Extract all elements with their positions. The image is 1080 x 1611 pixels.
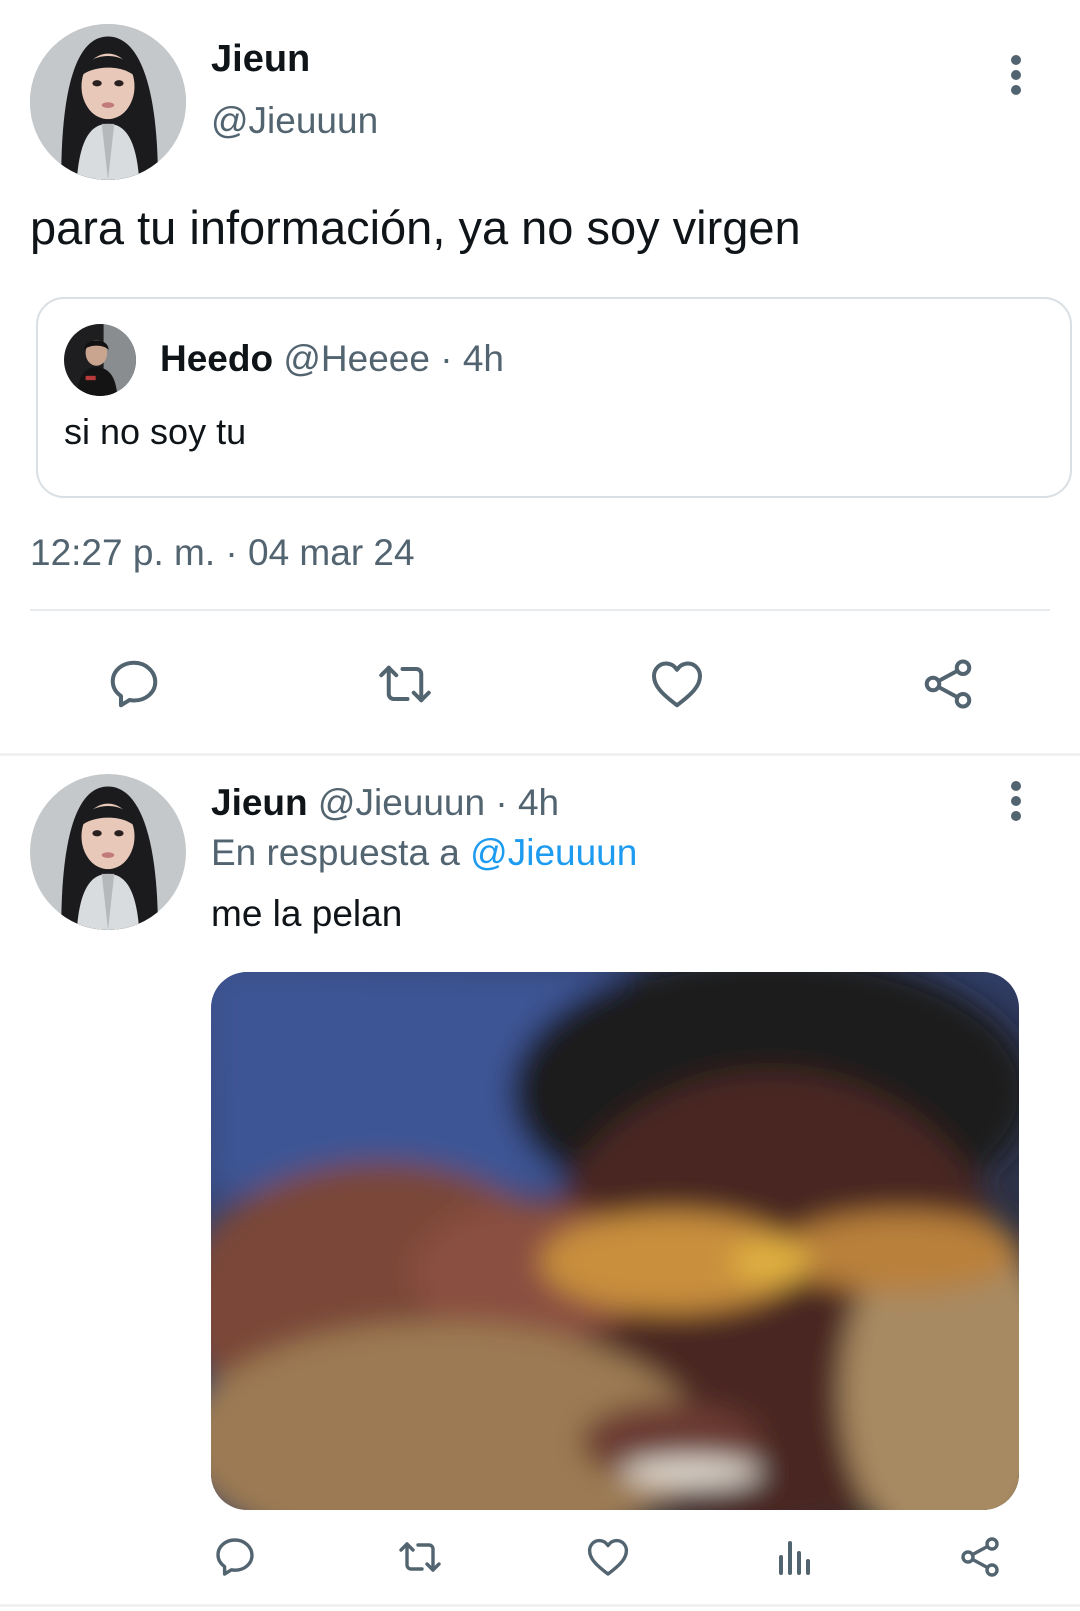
- like-icon: [652, 661, 702, 708]
- reply-like-button[interactable]: [584, 1533, 632, 1581]
- reply-share-button[interactable]: [956, 1533, 1004, 1581]
- replying-to-mention[interactable]: @Jieuuun: [470, 832, 637, 873]
- share-icon: [961, 1537, 999, 1577]
- reply-author-name[interactable]: Jieun: [211, 782, 308, 823]
- replying-to-label: En respuesta a: [211, 832, 460, 873]
- divider: [30, 609, 1050, 611]
- tweet-text: para tu información, ya no soy virgen: [30, 201, 801, 254]
- section-separator: [0, 753, 1080, 756]
- quote-author-avatar: [64, 324, 136, 396]
- views-icon: [779, 1541, 810, 1575]
- share-button[interactable]: [918, 654, 978, 714]
- more-options-button[interactable]: [996, 50, 1036, 100]
- reply-icon: [216, 1538, 254, 1576]
- reply-retweet-button[interactable]: [396, 1533, 444, 1581]
- quote-text: si no soy tu: [64, 411, 247, 452]
- retweet-icon: [399, 1542, 441, 1572]
- author-avatar[interactable]: [30, 24, 186, 180]
- reply-more-options-button[interactable]: [996, 776, 1036, 826]
- reply-reply-button[interactable]: [211, 1533, 259, 1581]
- share-icon: [924, 659, 972, 709]
- more-vertical-icon: [1011, 781, 1021, 821]
- like-button[interactable]: [647, 654, 707, 714]
- retweet-icon: [379, 665, 431, 703]
- quote-header: Heedo @Heeee · 4h: [160, 338, 504, 380]
- reply-text: me la pelan: [211, 893, 403, 934]
- avatar-photo: [30, 24, 186, 180]
- more-vertical-icon: [1011, 55, 1021, 95]
- quote-author-name[interactable]: Heedo: [160, 338, 273, 379]
- reply-author-avatar[interactable]: [30, 774, 186, 930]
- like-icon: [587, 1538, 629, 1576]
- avatar-photo: [64, 324, 136, 396]
- avatar-photo: [30, 774, 186, 930]
- meme-photo: [211, 972, 1019, 1510]
- reply-button[interactable]: [104, 654, 164, 714]
- reply-icon: [110, 660, 158, 708]
- retweet-button[interactable]: [375, 654, 435, 714]
- tweet-timestamp[interactable]: 12:27 p. m. · 04 mar 24: [30, 532, 415, 574]
- author-name[interactable]: Jieun: [211, 38, 310, 81]
- quoted-tweet[interactable]: Heedo @Heeee · 4h si no soy tu: [36, 297, 1072, 498]
- quote-meta: @Heeee · 4h: [283, 338, 504, 379]
- reply-meta: @Jieuuun · 4h: [317, 782, 560, 823]
- replying-to: En respuesta a @Jieuuun: [211, 832, 637, 874]
- author-handle[interactable]: @Jieuuun: [211, 100, 378, 142]
- reply-views-button[interactable]: [771, 1533, 819, 1581]
- bottom-separator: [0, 1604, 1080, 1607]
- reply-media-image[interactable]: [211, 972, 1019, 1510]
- reply-header: Jieun @Jieuuun · 4h: [211, 782, 559, 824]
